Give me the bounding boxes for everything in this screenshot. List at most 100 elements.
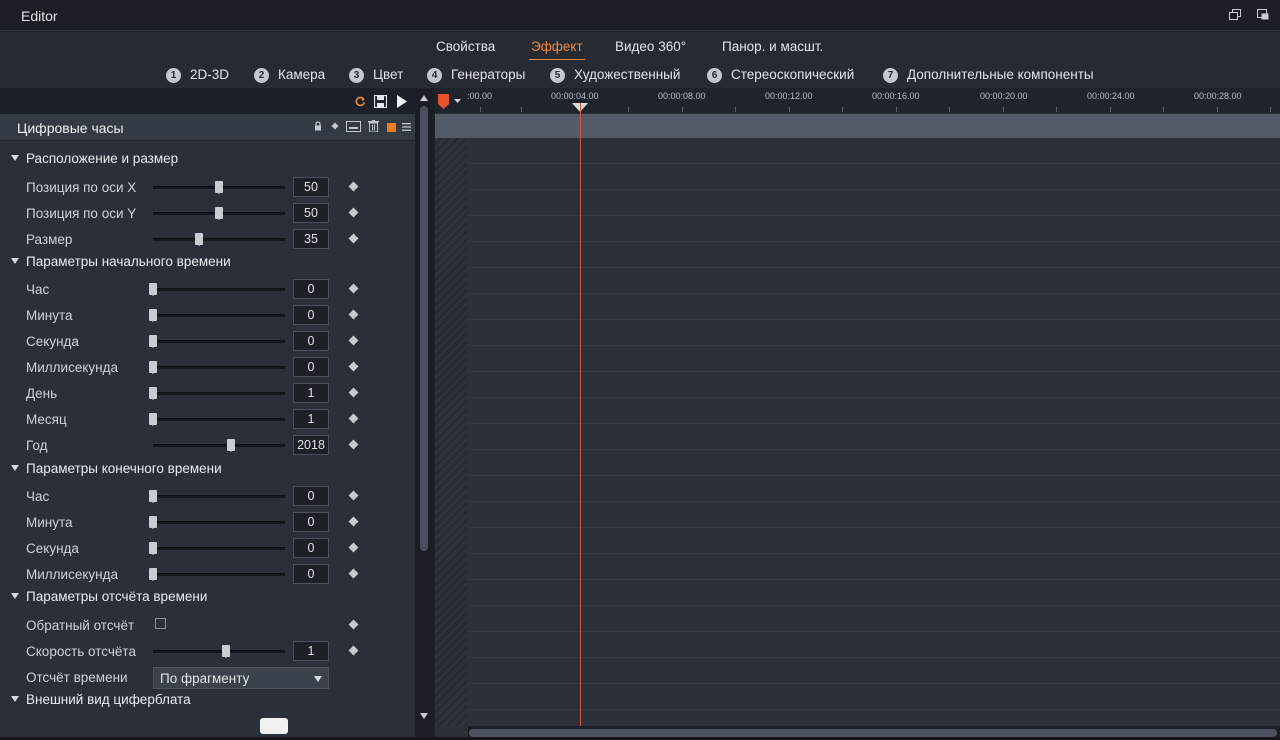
scrollbar-thumb[interactable] bbox=[469, 729, 1277, 737]
scrollbar-thumb[interactable] bbox=[420, 106, 428, 551]
keyframe-lane[interactable] bbox=[435, 684, 1280, 710]
start-month-value[interactable]: 1 bbox=[293, 409, 329, 429]
keyframe-lane[interactable] bbox=[435, 242, 1280, 268]
keyframe-diamond-icon[interactable] bbox=[348, 490, 359, 501]
position-x-slider[interactable] bbox=[153, 181, 285, 194]
marker-icon[interactable] bbox=[438, 94, 449, 109]
tab-pan-zoom[interactable]: Панор. и масшт. bbox=[722, 39, 823, 54]
keyframe-lane[interactable] bbox=[435, 658, 1280, 684]
end-second-value[interactable]: 0 bbox=[293, 538, 329, 558]
keyframe-lane[interactable] bbox=[435, 398, 1280, 424]
keyframe-lane[interactable] bbox=[435, 138, 1280, 164]
keyframe-lane[interactable] bbox=[435, 424, 1280, 450]
keyframe-lane[interactable] bbox=[435, 476, 1280, 502]
slider-thumb[interactable] bbox=[215, 181, 223, 194]
end-second-slider[interactable] bbox=[149, 542, 285, 555]
slider-thumb[interactable] bbox=[149, 387, 157, 400]
keyframe-lane[interactable] bbox=[435, 606, 1280, 632]
slider-thumb[interactable] bbox=[221, 645, 230, 658]
start-day-slider[interactable] bbox=[149, 387, 285, 400]
play-icon[interactable] bbox=[397, 95, 407, 108]
slider-thumb[interactable] bbox=[195, 233, 204, 246]
expand-triangle-icon[interactable] bbox=[11, 593, 19, 599]
slider-thumb[interactable] bbox=[215, 207, 223, 220]
keyframe-diamond-icon[interactable] bbox=[348, 387, 359, 398]
slider-thumb[interactable] bbox=[149, 283, 157, 296]
slider-thumb[interactable] bbox=[149, 309, 157, 322]
expand-triangle-icon[interactable] bbox=[11, 258, 19, 264]
slider-thumb[interactable] bbox=[226, 439, 235, 452]
keyframe-lane[interactable] bbox=[435, 190, 1280, 216]
start-hour-value[interactable]: 0 bbox=[293, 279, 329, 299]
position-y-slider[interactable] bbox=[153, 207, 285, 220]
start-year-slider[interactable] bbox=[153, 439, 285, 452]
trash-icon[interactable] bbox=[368, 120, 379, 132]
keyframe-lane[interactable] bbox=[435, 216, 1280, 242]
keyframe-lane[interactable] bbox=[435, 294, 1280, 320]
slider-thumb[interactable] bbox=[149, 335, 157, 348]
category-stereoscopic[interactable]: 6 Стереоскопический bbox=[707, 67, 854, 83]
detach-icon[interactable] bbox=[1257, 9, 1269, 20]
mask-icon[interactable] bbox=[346, 121, 361, 132]
keyframe-diamond-icon[interactable] bbox=[348, 568, 359, 579]
slider-thumb[interactable] bbox=[149, 361, 157, 374]
lock-icon[interactable] bbox=[313, 121, 323, 131]
category-camera[interactable]: 2 Камера bbox=[254, 67, 325, 83]
position-y-value[interactable]: 50 bbox=[293, 203, 329, 223]
tab-effect[interactable]: Эффект bbox=[529, 39, 585, 60]
start-year-value[interactable]: 2018 bbox=[293, 435, 329, 455]
keyframe-lane[interactable] bbox=[435, 580, 1280, 606]
color-tag-icon[interactable] bbox=[387, 123, 396, 132]
start-minute-value[interactable]: 0 bbox=[293, 305, 329, 325]
save-icon[interactable] bbox=[374, 95, 387, 108]
category-2d-3d[interactable]: 1 2D-3D bbox=[166, 67, 229, 83]
keyframe-diamond-icon[interactable] bbox=[348, 335, 359, 346]
keyframe-diamond-icon[interactable] bbox=[348, 439, 359, 450]
expand-triangle-icon[interactable] bbox=[11, 155, 19, 161]
keyframe-diamond-icon[interactable] bbox=[348, 542, 359, 553]
slider-thumb[interactable] bbox=[149, 516, 157, 529]
end-millisecond-value[interactable]: 0 bbox=[293, 564, 329, 584]
slider-thumb[interactable] bbox=[149, 413, 157, 426]
keyframe-lane[interactable] bbox=[435, 164, 1280, 190]
speed-slider[interactable] bbox=[153, 645, 285, 658]
keyframe-diamond-icon[interactable] bbox=[348, 309, 359, 320]
keyframe-diamond-icon[interactable] bbox=[348, 181, 359, 192]
keyframe-lane[interactable] bbox=[435, 450, 1280, 476]
slider-thumb[interactable] bbox=[149, 542, 157, 555]
color-swatch[interactable] bbox=[260, 718, 288, 734]
keyframe-diamond-icon[interactable] bbox=[348, 413, 359, 424]
reset-icon[interactable] bbox=[355, 96, 366, 107]
category-additional[interactable]: 7 Дополнительные компоненты bbox=[883, 67, 1094, 83]
tab-properties[interactable]: Свойства bbox=[436, 39, 495, 54]
scroll-down-icon[interactable] bbox=[420, 713, 428, 719]
slider-thumb[interactable] bbox=[149, 568, 157, 581]
keyframe-lane[interactable] bbox=[435, 320, 1280, 346]
keyframe-lane[interactable] bbox=[435, 632, 1280, 658]
keyframe-diamond-icon[interactable] bbox=[348, 645, 359, 656]
keyframe-diamond-icon[interactable] bbox=[348, 619, 359, 630]
keyframe-lane[interactable] bbox=[435, 528, 1280, 554]
keyframe-diamond-icon[interactable] bbox=[348, 233, 359, 244]
category-artistic[interactable]: 5 Художественный bbox=[550, 67, 680, 83]
left-panel-scrollbar[interactable] bbox=[415, 89, 434, 740]
slider-thumb[interactable] bbox=[149, 490, 157, 503]
start-second-slider[interactable] bbox=[149, 335, 285, 348]
keyframe-diamond-icon[interactable] bbox=[348, 361, 359, 372]
effect-track[interactable] bbox=[435, 114, 1280, 138]
category-generators[interactable]: 4 Генераторы bbox=[427, 67, 525, 83]
start-month-slider[interactable] bbox=[149, 413, 285, 426]
start-millisecond-value[interactable]: 0 bbox=[293, 357, 329, 377]
end-hour-value[interactable]: 0 bbox=[293, 486, 329, 506]
section-end-time[interactable]: Параметры конечного времени bbox=[0, 457, 415, 481]
start-millisecond-slider[interactable] bbox=[149, 361, 285, 374]
position-x-value[interactable]: 50 bbox=[293, 177, 329, 197]
speed-value[interactable]: 1 bbox=[293, 641, 329, 661]
keyframe-diamond-icon[interactable] bbox=[348, 516, 359, 527]
keyframe-diamond-icon[interactable] bbox=[348, 207, 359, 218]
start-day-value[interactable]: 1 bbox=[293, 383, 329, 403]
end-millisecond-slider[interactable] bbox=[149, 568, 285, 581]
time-ruler[interactable]: :00.00 00:00:04.00 00:00:08.00 00:00:12.… bbox=[435, 89, 1280, 113]
keyframe-icon[interactable] bbox=[330, 121, 340, 131]
tab-video-360[interactable]: Видео 360° bbox=[615, 39, 686, 54]
